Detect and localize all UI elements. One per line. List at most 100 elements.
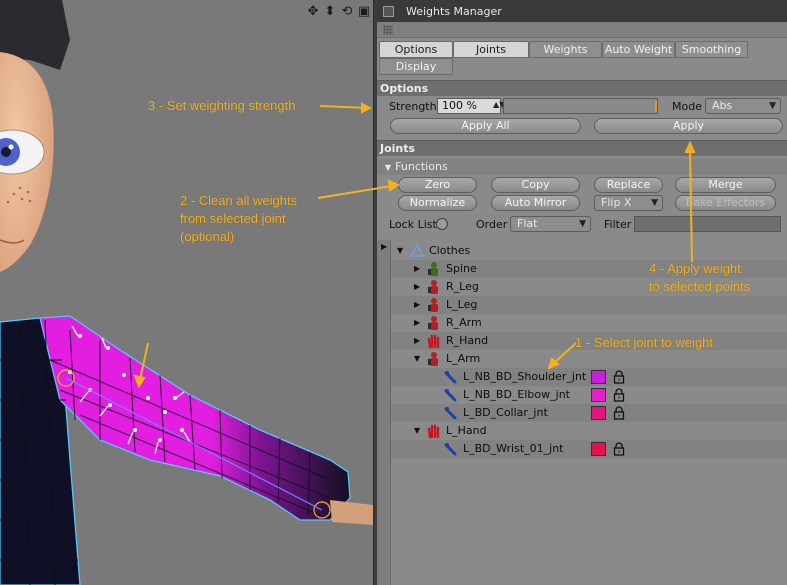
lock-list-checkbox[interactable] [436, 218, 448, 230]
filter-input[interactable] [634, 216, 781, 232]
flip-axis-dropdown[interactable]: Flip X ▼ [594, 195, 663, 211]
annotation-arrows [133, 102, 373, 389]
triangle-down-icon[interactable]: ▼ [414, 354, 420, 363]
weight-color-swatch[interactable] [591, 442, 606, 456]
arm-joint-icon [426, 315, 442, 331]
tree-item-label: R_Arm [446, 316, 482, 329]
replace-button[interactable]: Replace [594, 177, 663, 193]
tree-row[interactable]: ▼ Clothes [391, 242, 787, 260]
panel-grip-bar[interactable] [377, 22, 787, 38]
lock-icon[interactable] [613, 370, 625, 384]
tab-options[interactable]: Options [379, 41, 453, 58]
panel-title: Weights Manager [406, 4, 502, 18]
triangle-down-icon[interactable]: ▼ [414, 426, 420, 435]
move-tool-icon[interactable]: ✥ [306, 5, 320, 19]
tab-weights[interactable]: Weights [529, 41, 602, 58]
mode-dropdown[interactable]: Abs ▼ [705, 98, 781, 114]
tree-row[interactable]: L_NB_BD_Shoulder_jnt [391, 368, 787, 386]
bone-icon [443, 369, 459, 385]
annotation-step4-line2: to selected points [649, 279, 751, 294]
auto-mirror-button[interactable]: Auto Mirror [491, 195, 580, 211]
triangle-right-icon[interactable]: ▶ [414, 336, 420, 345]
joints-section-header[interactable]: Joints [377, 140, 787, 156]
bone-icon [443, 405, 459, 421]
spine-joint-icon [426, 261, 442, 277]
order-dropdown[interactable]: Flat ▼ [510, 216, 591, 232]
tab-smoothing[interactable]: Smoothing [675, 41, 748, 58]
triangle-right-icon[interactable]: ▶ [414, 282, 420, 291]
functions-label: Functions [395, 160, 448, 173]
strength-slider-handle[interactable] [655, 101, 657, 111]
apply-all-button[interactable]: Apply All [390, 118, 581, 134]
tree-item-label: L_Arm [446, 352, 481, 365]
window-menu-icon[interactable] [383, 5, 394, 17]
flip-axis-value: Flip X [601, 196, 632, 209]
weight-color-swatch[interactable] [591, 388, 606, 402]
apply-row: Apply All Apply [377, 116, 787, 138]
leg-joint-icon [426, 279, 442, 295]
tree-row[interactable]: ▶ L_Leg [391, 296, 787, 314]
annotation-step2-line1: 2 - Clean all weights [180, 193, 298, 208]
tree-row[interactable]: ▶ R_Arm [391, 314, 787, 332]
tree-row[interactable]: L_BD_Wrist_01_jnt [391, 440, 787, 458]
viewport-scene [0, 0, 373, 585]
strength-slider[interactable] [503, 98, 658, 114]
hand-joint-icon [426, 423, 442, 439]
mode-value: Abs [712, 99, 733, 112]
tree-row[interactable]: ▼ L_Hand [391, 422, 787, 440]
wrist-skin [330, 500, 373, 525]
chevron-down-icon: ▼ [579, 219, 586, 229]
tab-auto-weight[interactable]: Auto Weight [602, 41, 675, 58]
lock-icon[interactable] [613, 442, 625, 456]
annotation-step4-line1: 4 - Apply weight [649, 261, 741, 276]
tab-joints[interactable]: Joints [453, 41, 529, 58]
tree-item-label: Spine [446, 262, 477, 275]
tab-display[interactable]: Display [379, 58, 453, 75]
tree-row[interactable]: ▼ L_Arm [391, 350, 787, 368]
bone-icon [443, 441, 459, 457]
strength-input[interactable]: 100 % [437, 98, 501, 114]
tree-item-label: L_BD_Wrist_01_jnt [463, 442, 564, 455]
copy-button[interactable]: Copy [491, 177, 580, 193]
tree-item-label: R_Hand [446, 334, 489, 347]
options-section-header[interactable]: Options [377, 80, 787, 96]
lock-icon[interactable] [613, 406, 625, 420]
frame-tool-icon[interactable]: ▣ [357, 5, 371, 19]
triangle-right-icon[interactable]: ▶ [414, 318, 420, 327]
tree-row[interactable]: L_NB_BD_Elbow_jnt [391, 386, 787, 404]
arm-joint-icon [426, 351, 442, 367]
triangle-down-icon: ▼ [385, 163, 392, 172]
3d-viewport[interactable]: ✥ ⬍ ⟲ ▣ [0, 0, 373, 585]
normalize-button[interactable]: Normalize [398, 195, 477, 211]
chevron-down-icon: ▼ [769, 101, 776, 111]
bake-effectors-button[interactable]: Bake Effectors [675, 195, 776, 211]
apply-button[interactable]: Apply [594, 118, 783, 134]
annotation-step3: 3 - Set weighting strength [148, 98, 296, 113]
gutter-expand-icon[interactable]: ▶ [381, 242, 387, 251]
chevron-down-icon: ▼ [651, 198, 658, 208]
mode-label: Mode [672, 100, 702, 113]
leg-joint-icon [426, 297, 442, 313]
grip-icon [383, 25, 393, 35]
weight-color-swatch[interactable] [591, 370, 606, 384]
lock-icon[interactable] [613, 388, 625, 402]
tree-item-label: L_Leg [446, 298, 478, 311]
tree-gutter: ▶ [377, 240, 391, 585]
order-label: Order [476, 218, 508, 231]
functions-subheader[interactable]: ▼ Functions [377, 159, 787, 175]
functions-row-1: Zero Copy Replace Merge [377, 175, 787, 194]
tree-row[interactable]: L_BD_Collar_jnt [391, 404, 787, 422]
rotate-tool-icon[interactable]: ⟲ [340, 5, 354, 19]
lock-list-label: Lock List [389, 218, 437, 231]
triangle-right-icon[interactable]: ▶ [414, 264, 420, 273]
scale-tool-icon[interactable]: ⬍ [323, 5, 337, 19]
annotation-step1: 1 - Select joint to weight [575, 335, 714, 350]
strength-label: Strength [389, 100, 437, 113]
weight-color-swatch[interactable] [591, 406, 606, 420]
triangle-right-icon[interactable]: ▶ [414, 300, 420, 309]
triangle-down-icon[interactable]: ▼ [397, 246, 403, 255]
list-options-row: Lock List Order Flat ▼ Filter [377, 213, 787, 235]
zero-button[interactable]: Zero [398, 177, 477, 193]
merge-button[interactable]: Merge [675, 177, 776, 193]
panel-titlebar[interactable]: Weights Manager [377, 0, 787, 22]
